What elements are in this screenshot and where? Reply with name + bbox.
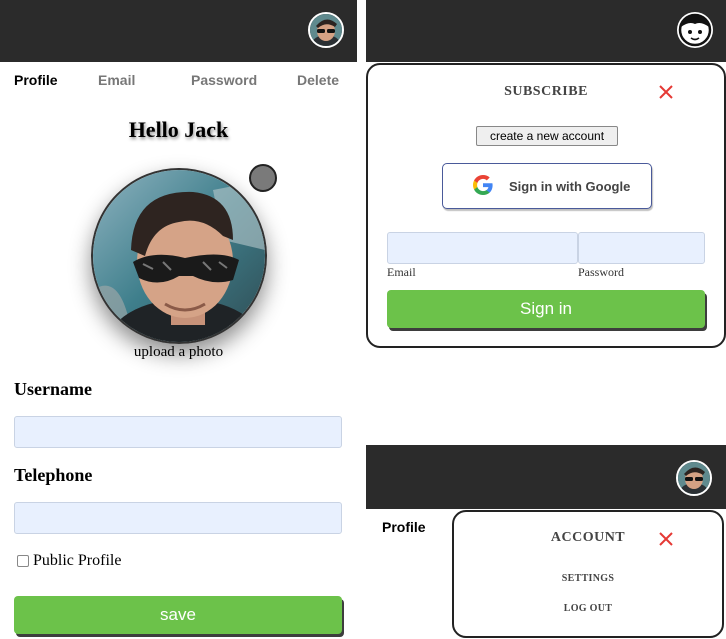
- top-navbar: [366, 445, 726, 509]
- create-account-button[interactable]: create a new account: [476, 126, 618, 146]
- tab-profile[interactable]: Profile: [382, 519, 426, 535]
- username-label: Username: [14, 379, 92, 399]
- account-title: ACCOUNT: [550, 530, 626, 545]
- public-profile-label: Public Profile: [33, 552, 122, 569]
- subscribe-modal: SUBSCRIBE create a new account Sign in w…: [366, 63, 726, 348]
- save-button[interactable]: save: [14, 596, 342, 634]
- top-navbar: [366, 0, 726, 62]
- password-label: Password: [578, 265, 625, 279]
- password-field[interactable]: [578, 232, 705, 264]
- user-avatar-icon[interactable]: [676, 460, 712, 496]
- top-navbar: [0, 0, 357, 62]
- tab-password[interactable]: Password: [191, 72, 257, 88]
- menu-item-settings[interactable]: SETTINGS: [454, 573, 722, 584]
- checkbox-icon[interactable]: [17, 555, 29, 567]
- tab-delete[interactable]: Delete: [297, 72, 339, 88]
- telephone-input[interactable]: [14, 502, 342, 534]
- upload-photo-link[interactable]: upload a photo: [0, 344, 357, 361]
- avatar-face-icon[interactable]: [677, 12, 713, 48]
- email-field[interactable]: [387, 232, 578, 264]
- username-input[interactable]: [14, 416, 342, 448]
- user-avatar-icon[interactable]: [308, 12, 344, 48]
- google-logo-icon: [471, 173, 495, 200]
- profile-tabs: Profile Email Password Delete: [0, 72, 357, 92]
- menu-item-logout[interactable]: LOG OUT: [454, 603, 722, 614]
- google-signin-label: Sign in with Google: [509, 178, 631, 194]
- account-dropdown: ACCOUNT SETTINGS LOG OUT: [452, 510, 724, 638]
- email-label: Email: [387, 265, 416, 279]
- signin-button[interactable]: Sign in: [387, 290, 705, 328]
- public-profile-option[interactable]: Public Profile: [17, 552, 121, 570]
- photo-edit-handle[interactable]: [249, 164, 277, 192]
- tab-profile[interactable]: Profile: [14, 72, 58, 88]
- profile-photo[interactable]: [91, 168, 267, 344]
- close-icon[interactable]: [658, 84, 674, 100]
- google-signin-button[interactable]: Sign in with Google: [442, 163, 652, 209]
- screen-divider: [357, 0, 366, 639]
- greeting-heading: Hello Jack: [128, 117, 229, 142]
- profile-screen: Profile Email Password Delete Hello Jack: [0, 0, 357, 639]
- close-icon[interactable]: [658, 531, 674, 547]
- tab-email[interactable]: Email: [98, 72, 135, 88]
- account-menu-screen: Profile ACCOUNT SETTINGS LOG OUT: [366, 445, 726, 639]
- telephone-label: Telephone: [14, 465, 93, 485]
- subscribe-screen: SUBSCRIBE create a new account Sign in w…: [366, 0, 726, 445]
